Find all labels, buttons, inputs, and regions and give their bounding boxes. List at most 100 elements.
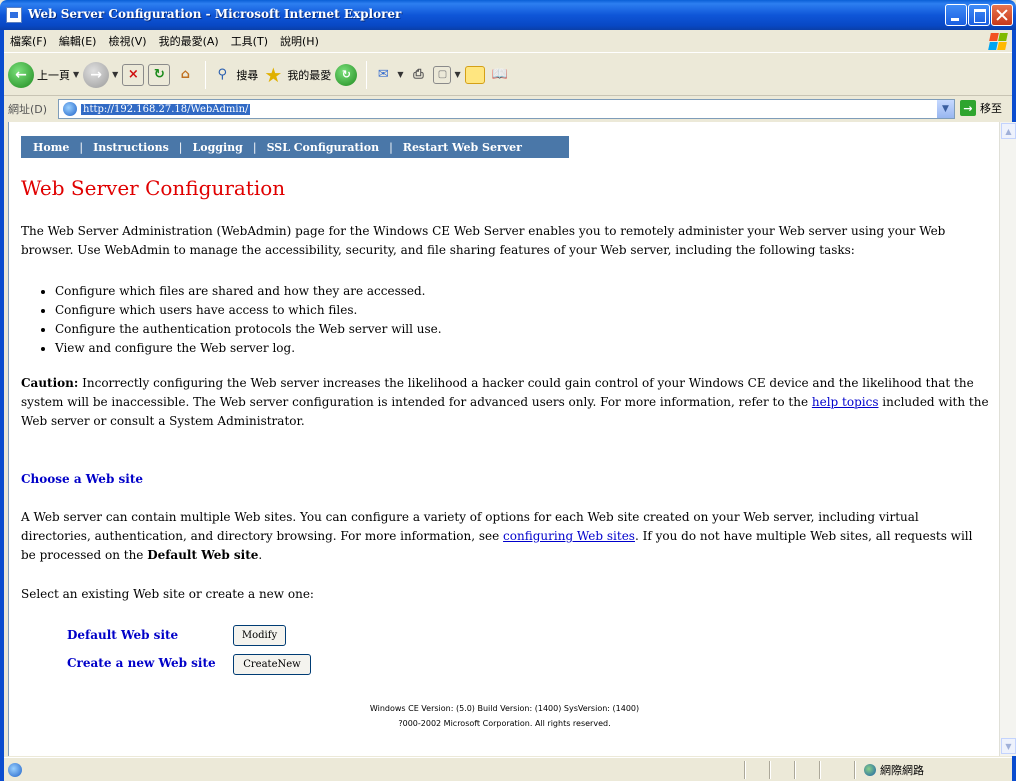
- page-status-icon: [8, 762, 22, 777]
- chevron-down-icon[interactable]: ▼: [397, 70, 403, 79]
- page-content: Home | Instructions | Logging | SSL Configu…: [8, 122, 999, 756]
- toolbar-separator: [205, 60, 207, 89]
- nav-divider: |: [79, 140, 84, 154]
- home-icon: ⌂: [180, 67, 190, 82]
- status-segment: [769, 761, 771, 779]
- page-icon: [63, 102, 77, 116]
- nav-home[interactable]: Home: [33, 141, 69, 154]
- back-button[interactable]: ← 上一頁 ▼: [8, 58, 79, 92]
- address-label: 網址(D): [8, 103, 48, 116]
- address-input[interactable]: http://192.168.27.18/WebAdmin/ ▼: [58, 99, 955, 119]
- list-item: Configure which users have access to whi…: [55, 301, 442, 320]
- forward-arrow-icon: →: [83, 61, 110, 88]
- scroll-down-icon[interactable]: ▼: [1001, 738, 1016, 754]
- star-icon: ★: [264, 62, 283, 87]
- toolbar-separator: [366, 60, 368, 89]
- page-title: Web Server Configuration: [21, 176, 286, 200]
- stop-icon: ×: [122, 63, 145, 86]
- search-label: 搜尋: [236, 68, 259, 82]
- modify-button[interactable]: Modify: [233, 625, 286, 646]
- history-icon: ↻: [335, 63, 358, 86]
- list-item: Configure which files are shared and how…: [55, 282, 442, 301]
- nav-divider: |: [389, 140, 393, 154]
- maximize-button[interactable]: [968, 4, 990, 26]
- choose-site-heading: Choose a Web site: [21, 472, 143, 486]
- go-label: 移至: [980, 102, 1002, 115]
- folder-icon: [464, 65, 485, 84]
- address-url[interactable]: http://192.168.27.18/WebAdmin/: [81, 103, 251, 115]
- stop-button[interactable]: ×: [122, 58, 145, 92]
- status-segment: [794, 761, 796, 779]
- menu-file[interactable]: 檔案(F): [4, 33, 53, 49]
- title-bar: Web Server Configuration - Microsoft Int…: [0, 0, 1016, 30]
- caution-paragraph: Caution: Incorrectly configuring the Web…: [21, 374, 991, 431]
- status-bar: 網際網路: [4, 757, 1012, 781]
- intro-paragraph: The Web Server Administration (WebAdmin)…: [21, 224, 946, 257]
- configuring-web-sites-link[interactable]: configuring Web sites: [503, 529, 635, 543]
- nav-restart-web-server[interactable]: Restart Web Server: [403, 141, 522, 154]
- horizontal-rule: [21, 441, 989, 442]
- go-arrow-icon: →: [960, 100, 976, 116]
- new-site-label: Create a new Web site: [67, 656, 216, 670]
- window-title: Web Server Configuration - Microsoft Int…: [28, 7, 402, 21]
- close-button[interactable]: [991, 4, 1013, 26]
- research-icon: 📖: [491, 67, 508, 82]
- menu-favorites[interactable]: 我的最愛(A): [153, 33, 225, 49]
- refresh-button[interactable]: ↻: [148, 58, 171, 92]
- caution-label: Caution:: [21, 376, 79, 390]
- minimize-button[interactable]: [945, 4, 967, 26]
- search-icon: ⚲: [217, 67, 228, 82]
- mail-button[interactable]: ✉ ▼: [372, 58, 404, 92]
- go-button[interactable]: → 移至: [960, 100, 1002, 116]
- forward-button[interactable]: → ▼: [83, 58, 118, 92]
- printer-icon: ⎙: [413, 67, 424, 82]
- back-arrow-icon: ←: [8, 61, 34, 88]
- nav-divider: |: [178, 140, 183, 154]
- nav-logging[interactable]: Logging: [193, 141, 243, 154]
- top-nav: Home | Instructions | Logging | SSL Configu…: [21, 136, 569, 158]
- folder-button[interactable]: [464, 58, 485, 92]
- list-item: View and configure the Web server log.: [55, 339, 442, 358]
- default-site-bold: Default Web site: [147, 548, 259, 562]
- nav-divider: |: [252, 140, 257, 154]
- ie-window-icon: [6, 7, 22, 23]
- version-footer: Windows CE Version: (5.0) Build Version:…: [369, 704, 640, 713]
- refresh-icon: ↻: [148, 63, 171, 86]
- createnew-button[interactable]: CreateNew: [233, 654, 311, 675]
- address-bar: 網址(D) http://192.168.27.18/WebAdmin/ ▼ →…: [4, 97, 1012, 121]
- nav-instructions[interactable]: Instructions: [93, 141, 169, 154]
- list-item: Configure the authentication protocols t…: [55, 320, 442, 339]
- edit-button[interactable]: ▢ ▼: [433, 58, 461, 92]
- nav-ssl-configuration[interactable]: SSL Configuration: [267, 141, 380, 154]
- menu-tools[interactable]: 工具(T): [225, 33, 274, 49]
- status-segment: [819, 761, 821, 779]
- search-button[interactable]: ⚲ 搜尋: [211, 58, 259, 92]
- chevron-down-icon[interactable]: ▼: [937, 100, 954, 118]
- windows-logo-icon: [988, 32, 1008, 50]
- help-topics-link[interactable]: help topics: [812, 395, 879, 409]
- menu-view[interactable]: 檢視(V): [102, 33, 152, 49]
- chevron-down-icon[interactable]: ▼: [73, 70, 79, 79]
- zone-label: 網際網路: [880, 764, 924, 777]
- print-button[interactable]: ⎙: [407, 58, 429, 92]
- menu-help[interactable]: 說明(H): [274, 33, 325, 49]
- select-site-text: Select an existing Web site or create a …: [21, 587, 314, 601]
- window-frame-left: [0, 30, 4, 781]
- menu-bar: 檔案(F) 編輯(E) 檢視(V) 我的最愛(A) 工具(T) 說明(H): [4, 30, 1012, 53]
- copyright-footer: ?000-2002 Microsoft Corporation. All rig…: [398, 719, 611, 728]
- favorites-button[interactable]: ★ 我的最愛: [262, 58, 331, 92]
- chevron-down-icon[interactable]: ▼: [112, 70, 118, 79]
- choose-site-paragraph: A Web server can contain multiple Web si…: [21, 508, 991, 565]
- history-button[interactable]: ↻: [335, 58, 358, 92]
- status-segment: [744, 761, 746, 779]
- research-button[interactable]: 📖: [489, 58, 511, 92]
- toolbar: ← 上一頁 ▼ → ▼ × ↻ ⌂ ⚲ 搜尋 ★ 我的最愛 ↻ ✉ ▼ ⎙ ▢ …: [4, 54, 1012, 96]
- home-button[interactable]: ⌂: [174, 58, 196, 92]
- chevron-down-icon[interactable]: ▼: [454, 70, 460, 79]
- scroll-up-icon[interactable]: ▲: [1001, 123, 1016, 139]
- menu-edit[interactable]: 編輯(E): [53, 33, 103, 49]
- vertical-scrollbar[interactable]: ▲ ▼: [999, 122, 1016, 756]
- mail-icon: ✉: [377, 67, 389, 82]
- back-label: 上一頁: [37, 68, 70, 82]
- choose-end: .: [258, 548, 263, 562]
